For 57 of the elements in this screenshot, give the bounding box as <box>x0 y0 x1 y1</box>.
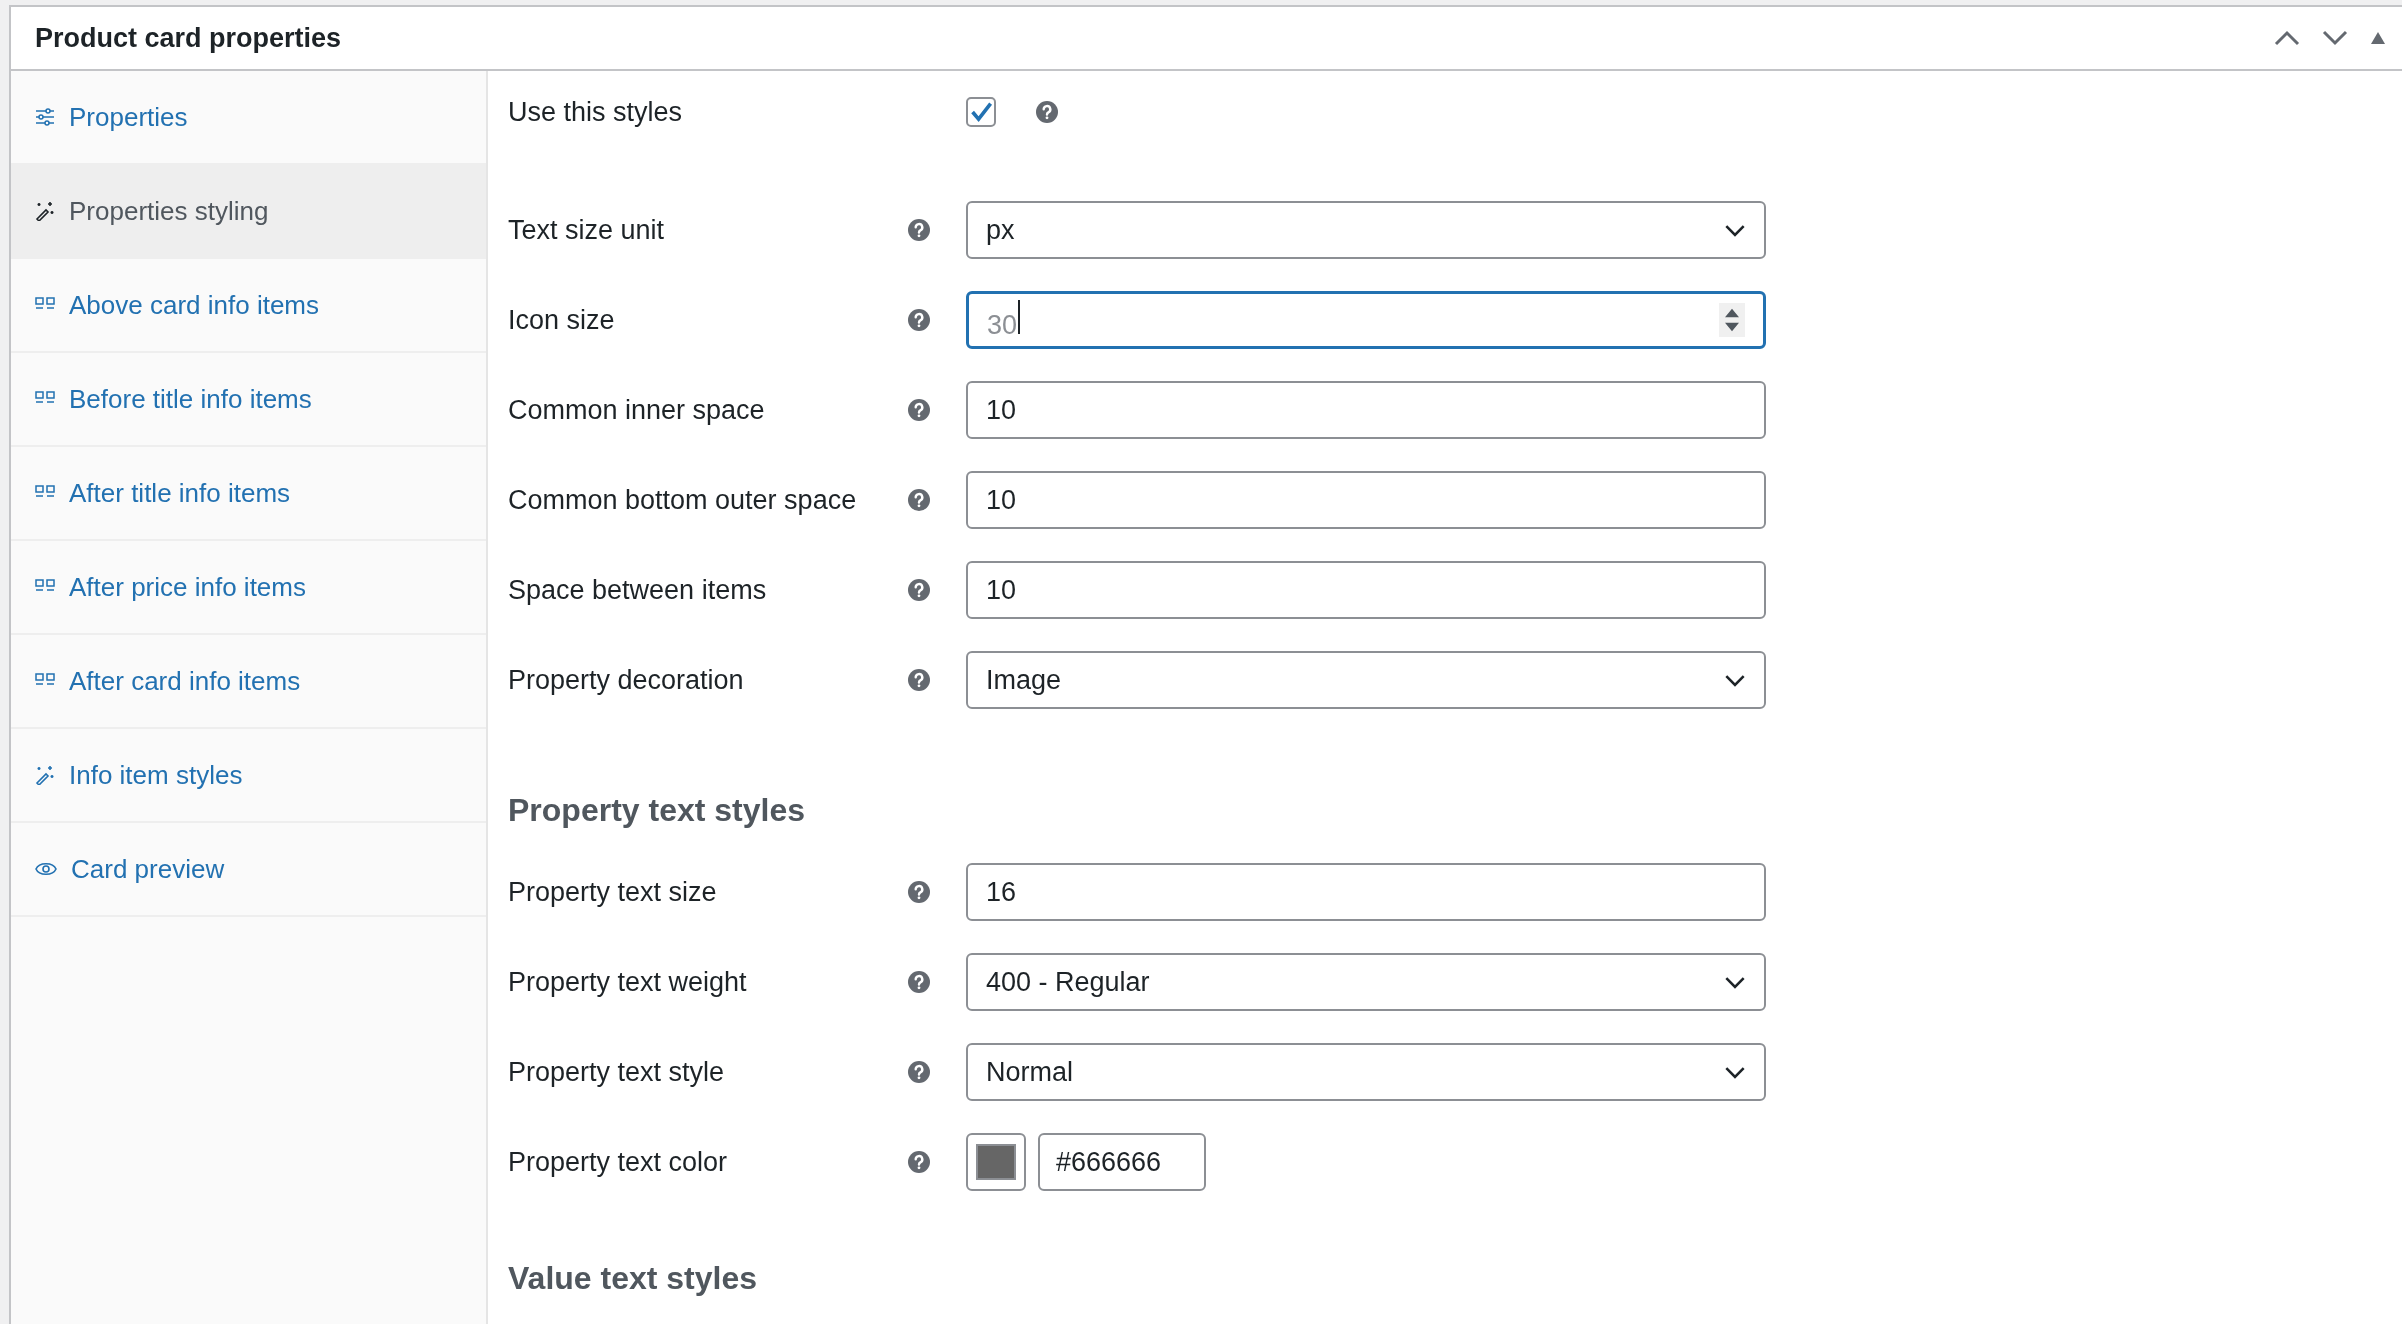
help-icon[interactable] <box>908 669 930 691</box>
field-label: Property decoration <box>508 664 745 696</box>
sidebar-tab[interactable]: Card preview <box>11 823 486 917</box>
help-icon[interactable] <box>908 1061 930 1083</box>
chevron-down-icon <box>1724 223 1746 237</box>
select-dropdown[interactable]: Normal <box>966 1043 1766 1101</box>
spinner-icon[interactable] <box>1719 303 1745 337</box>
panel-title: Product card properties <box>35 22 342 54</box>
help-icon[interactable] <box>908 219 930 241</box>
sidebar-tab[interactable]: After card info items <box>11 635 486 729</box>
help-icon[interactable] <box>1036 101 1058 123</box>
color-swatch-button[interactable] <box>966 1133 1026 1191</box>
text-input[interactable]: 10 <box>966 381 1766 439</box>
checkbox[interactable] <box>966 97 996 127</box>
chevron-down-icon[interactable] <box>2322 30 2348 46</box>
help-icon[interactable] <box>908 881 930 903</box>
field-label: Property text style <box>508 1056 726 1088</box>
sidebar-tab[interactable]: After title info items <box>11 447 486 541</box>
chevron-down-icon <box>1724 673 1746 687</box>
magic-wand-icon <box>35 765 55 785</box>
help-icon[interactable] <box>908 579 930 601</box>
select-dropdown[interactable]: 400 - Regular <box>966 953 1766 1011</box>
field-label: Space between items <box>508 574 768 606</box>
field-label: Common bottom outer space <box>508 484 858 516</box>
section-heading: Property text styles <box>508 791 806 830</box>
number-input[interactable]: 30 <box>966 291 1766 349</box>
chevron-down-icon <box>1724 1065 1746 1079</box>
sidebar-tab[interactable]: Properties styling <box>11 165 486 259</box>
help-icon[interactable] <box>908 309 930 331</box>
help-icon[interactable] <box>908 1151 930 1173</box>
select-dropdown[interactable]: px <box>966 201 1766 259</box>
eye-icon <box>35 861 57 877</box>
field-label: Property text color <box>508 1146 729 1178</box>
help-icon[interactable] <box>908 399 930 421</box>
color-hex-input[interactable]: #666666 <box>1038 1133 1206 1191</box>
sidebar-tab[interactable]: After price info items <box>11 541 486 635</box>
field-label: Property text weight <box>508 966 748 998</box>
sidebar-tab[interactable]: Above card info items <box>11 259 486 353</box>
text-input[interactable]: 10 <box>966 471 1766 529</box>
field-label: Icon size <box>508 304 616 336</box>
text-input[interactable]: 16 <box>966 863 1766 921</box>
field-label: Text size unit <box>508 214 666 246</box>
sidebar-tab[interactable]: Before title info items <box>11 353 486 447</box>
field-label: Property text size <box>508 876 718 908</box>
field-label: Common inner space <box>508 394 766 426</box>
select-dropdown[interactable]: Image <box>966 651 1766 709</box>
sliders-icon <box>35 107 55 127</box>
help-icon[interactable] <box>908 971 930 993</box>
chevron-up-icon[interactable] <box>2274 30 2300 46</box>
magic-wand-icon <box>35 201 55 221</box>
chevron-down-icon <box>1724 975 1746 989</box>
help-icon[interactable] <box>908 489 930 511</box>
field-label: Use this styles <box>508 97 684 128</box>
text-input[interactable]: 10 <box>966 561 1766 619</box>
section-heading: Value text styles <box>508 1259 759 1298</box>
sidebar-tab[interactable]: Info item styles <box>11 729 486 823</box>
collapse-triangle-icon[interactable] <box>2370 31 2386 45</box>
